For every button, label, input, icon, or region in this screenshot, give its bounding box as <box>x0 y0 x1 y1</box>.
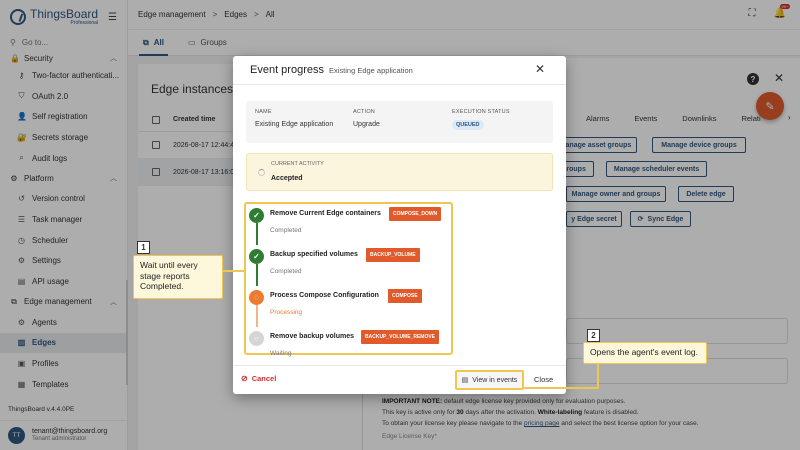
stage-status: Waiting <box>270 350 292 357</box>
stage-item: ○ Remove backup volumes BACKUP_VOLUME_RE… <box>246 327 451 367</box>
callout-number: 2 <box>587 329 600 342</box>
current-activity: CURRENT ACTIVITY Accepted <box>246 153 553 191</box>
stage-name: Remove Current Edge containers <box>270 210 381 217</box>
close-button[interactable]: Close <box>534 375 553 384</box>
stage-tag: COMPOSE <box>388 289 422 303</box>
stage-tag: COMPOSE_DOWN <box>389 207 442 221</box>
stage-tag: BACKUP_VOLUME <box>366 248 420 262</box>
event-progress-dialog: Event progress Existing Edge application … <box>233 56 566 394</box>
dialog-title: Event progress Existing Edge application <box>250 64 413 76</box>
check-icon: ✓ <box>249 208 264 223</box>
action-label: ACTION <box>353 109 375 115</box>
stage-item: ✓ Remove Current Edge containers COMPOSE… <box>246 204 451 244</box>
check-icon: ✓ <box>249 249 264 264</box>
callout-number: 1 <box>137 241 150 254</box>
stage-name: Process Compose Configuration <box>270 292 379 299</box>
callout-event-log: Opens the agent's event log. <box>583 342 707 364</box>
cancel-icon: ⊘ <box>241 374 248 383</box>
stage-name: Backup specified volumes <box>270 251 358 258</box>
view-in-events-button[interactable]: ▤ View in events <box>455 370 524 390</box>
callout-connector <box>222 270 246 272</box>
stage-status: Processing <box>270 309 303 316</box>
cancel-label: Cancel <box>251 374 277 383</box>
stages-list: ✓ Remove Current Edge containers COMPOSE… <box>244 202 453 357</box>
name-value: Existing Edge application <box>255 121 334 128</box>
cancel-button[interactable]: ⊘ Cancel <box>241 374 276 383</box>
action-value: Upgrade <box>353 121 380 128</box>
activity-label: CURRENT ACTIVITY <box>271 161 324 167</box>
name-label: NAME <box>255 109 272 115</box>
dialog-footer-divider <box>233 365 566 366</box>
dialog-divider <box>233 84 566 85</box>
stage-name: Remove backup volumes <box>270 333 355 340</box>
list-icon: ▤ <box>461 377 469 384</box>
stage-status: Completed <box>270 227 302 234</box>
dialog-subtitle: Existing Edge application <box>328 66 413 75</box>
stage-item: ◌ Process Compose Configuration COMPOSE … <box>246 286 451 326</box>
stage-status: Completed <box>270 268 302 275</box>
callout-connector <box>524 387 599 389</box>
stage-tag: BACKUP_VOLUME_REMOVE <box>361 330 440 344</box>
stage-item: ✓ Backup specified volumes BACKUP_VOLUME… <box>246 245 451 285</box>
view-in-events-label: View in events <box>472 376 518 384</box>
status-label: EXECUTION STATUS <box>452 109 510 115</box>
dialog-close-icon[interactable]: ✕ <box>535 62 545 76</box>
status-badge: QUEUED <box>452 120 484 130</box>
callout-wait-stages: Wait until every stage reports Completed… <box>133 255 223 299</box>
dialog-title-text: Event progress <box>250 64 324 76</box>
activity-value: Accepted <box>271 175 303 182</box>
spinner-icon <box>258 169 265 176</box>
event-info: NAME Existing Edge application ACTION Up… <box>246 101 553 143</box>
processing-icon: ◌ <box>249 290 264 305</box>
waiting-icon: ○ <box>249 331 264 346</box>
